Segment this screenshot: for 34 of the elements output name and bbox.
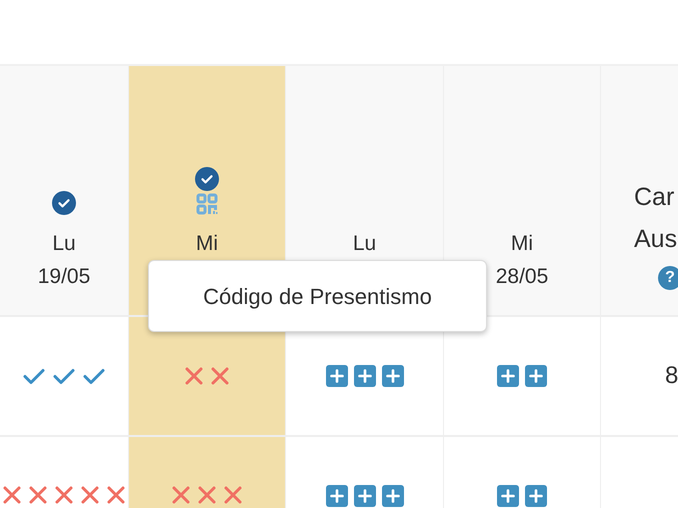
add-button[interactable] bbox=[326, 365, 348, 387]
day-label: Lu bbox=[352, 231, 376, 257]
add-button[interactable] bbox=[326, 485, 348, 507]
add-button[interactable] bbox=[525, 365, 547, 387]
cross-icon bbox=[80, 485, 100, 505]
cross-icon bbox=[28, 485, 48, 505]
cross-icon bbox=[54, 485, 74, 505]
tooltip: Código de Presentismo bbox=[148, 260, 487, 332]
add-button[interactable] bbox=[525, 485, 547, 507]
check-circle-icon bbox=[195, 167, 219, 191]
add-button[interactable] bbox=[497, 365, 519, 387]
cross-icon bbox=[171, 485, 191, 505]
add-button[interactable] bbox=[354, 365, 376, 387]
cross-icon bbox=[197, 485, 217, 505]
qr-code-icon bbox=[196, 193, 218, 215]
add-button[interactable] bbox=[497, 485, 519, 507]
day-label: Mi bbox=[196, 231, 218, 257]
add-button[interactable] bbox=[382, 485, 404, 507]
date-label: 28/05 bbox=[496, 264, 548, 290]
check-circle-icon bbox=[52, 191, 76, 215]
day-label: Lu bbox=[52, 231, 76, 257]
add-button[interactable] bbox=[382, 365, 404, 387]
day-label: Mi bbox=[510, 231, 534, 257]
column-title: Aus bbox=[634, 224, 678, 255]
help-icon[interactable]: ? bbox=[658, 266, 678, 290]
cross-icon bbox=[184, 366, 204, 386]
total-value: 8 bbox=[665, 361, 678, 391]
column-title: Car bbox=[634, 182, 674, 213]
cross-icon bbox=[223, 485, 243, 505]
cross-icon bbox=[106, 485, 126, 505]
date-label: 19/05 bbox=[38, 264, 90, 290]
cross-icon bbox=[2, 485, 22, 505]
cross-icon bbox=[210, 366, 230, 386]
add-button[interactable] bbox=[354, 485, 376, 507]
